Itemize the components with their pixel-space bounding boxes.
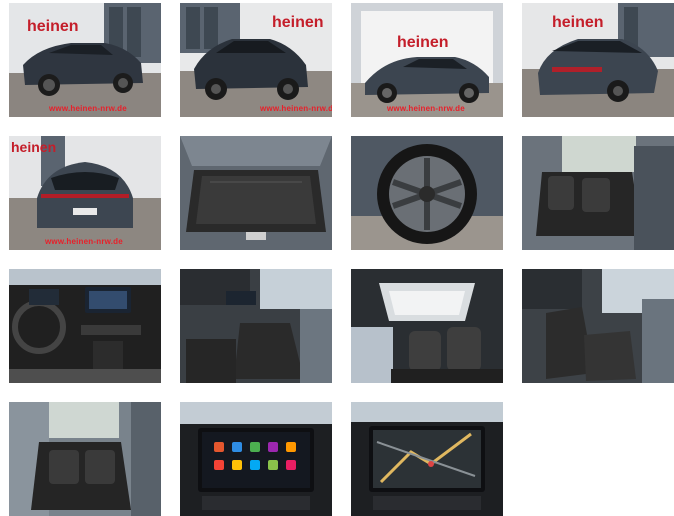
dealer-logo: heinen [272,14,324,31]
photo-wheel[interactable] [351,136,503,250]
watermark-text: www.heinen-nrw.de [259,104,332,113]
photo-front-exterior[interactable]: heinen www.heinen-nrw.de [180,3,332,117]
photo-trunk[interactable] [180,136,332,250]
photo-dashboard[interactable] [9,269,161,383]
dealer-logo: heinen [552,14,604,31]
photo-rear-door-seats[interactable] [9,402,161,516]
photo-rear-exterior[interactable]: heinen www.heinen-nrw.de [9,136,161,250]
photo-gallery: heinen www.heinen-nrw.de heinen www.hein… [0,0,674,516]
photo-navigation-map[interactable] [351,402,503,516]
dealer-logo: heinen [27,18,79,35]
photo-passenger-seat[interactable] [522,269,674,383]
watermark-text: www.heinen-nrw.de [386,104,465,113]
photo-infotainment-menu[interactable] [180,402,332,516]
photo-front-seats[interactable] [180,269,332,383]
watermark-text: www.heinen-nrw.de [44,237,123,246]
photo-front-left-exterior[interactable]: heinen www.heinen-nrw.de [9,3,161,117]
photo-side-exterior[interactable]: heinen www.heinen-nrw.de [351,3,503,117]
photo-rear-left-exterior[interactable]: heinen [522,3,674,117]
dealer-logo: heinen [11,139,56,155]
photo-sunroof[interactable] [351,269,503,383]
dealer-logo: heinen [397,34,449,51]
photo-rear-seats[interactable] [522,136,674,250]
watermark-text: www.heinen-nrw.de [48,104,127,113]
